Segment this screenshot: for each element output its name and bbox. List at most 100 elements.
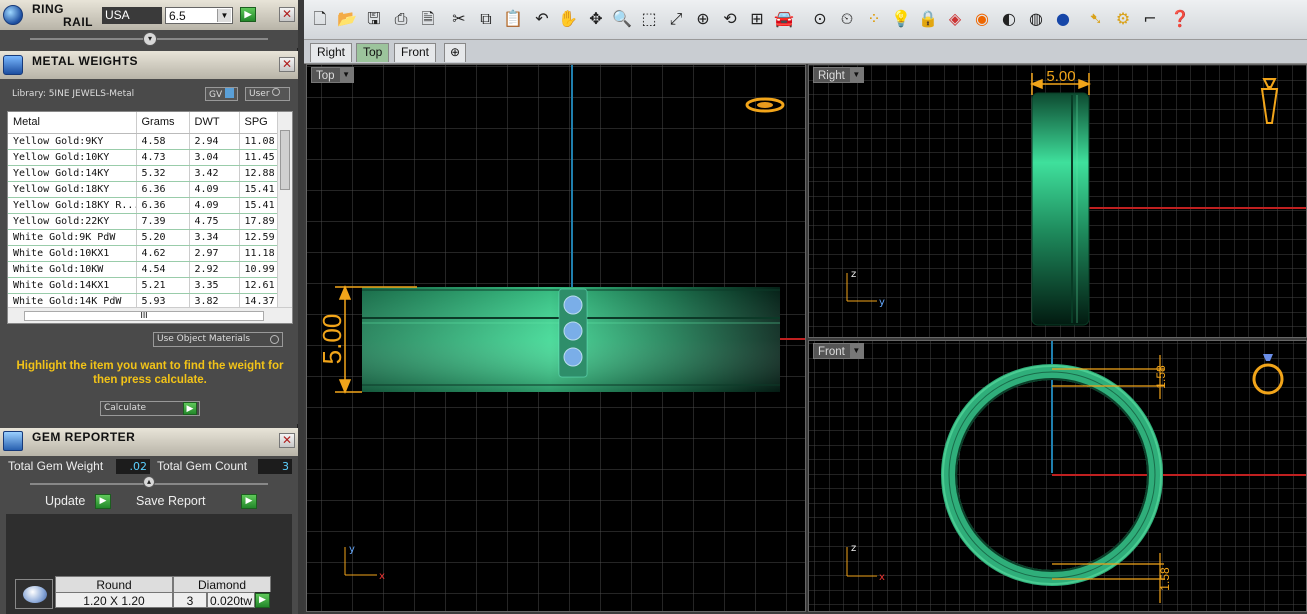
- total-gem-count-label: Total Gem Count: [157, 459, 248, 473]
- ring-rail-collapse-bar[interactable]: ▾: [0, 30, 298, 48]
- update-button[interactable]: Update: [45, 494, 85, 508]
- calculate-button[interactable]: Calculate ▶: [100, 401, 200, 416]
- table-cell: 15.41: [239, 181, 279, 198]
- tab-right[interactable]: Right: [310, 43, 353, 62]
- light-bulb-icon[interactable]: 💡: [891, 9, 911, 29]
- chevron-down-icon[interactable]: ▼: [849, 344, 863, 358]
- help-icon[interactable]: ❓: [1170, 9, 1190, 29]
- front-viewport-canvas[interactable]: 1.58 1.58 z x: [809, 341, 1307, 612]
- undo-icon[interactable]: ↶: [532, 9, 552, 29]
- column-header[interactable]: DWT: [189, 112, 240, 134]
- table-row[interactable]: Yellow Gold:18KY 6.36 4.09 15.41: [8, 181, 279, 198]
- right-viewport-canvas[interactable]: 5.00 z y: [809, 65, 1307, 338]
- ring-rail-header: RING RAIL USA 6.5 ▼ ▶ ✕: [0, 0, 298, 30]
- table-row[interactable]: White Gold:9K PdW 5.20 3.34 12.59: [8, 229, 279, 246]
- top-viewport-menu[interactable]: Top ▼: [311, 67, 354, 83]
- table-row[interactable]: Yellow Gold:18KY R... 6.36 4.09 15.41: [8, 197, 279, 214]
- scroll-thumb[interactable]: [280, 130, 290, 190]
- table-row[interactable]: Yellow Gold:14KY 5.32 3.42 12.88: [8, 165, 279, 182]
- cut-icon[interactable]: ✂: [449, 9, 469, 29]
- collapse-knob-icon[interactable]: ▾: [143, 32, 157, 46]
- top-viewport[interactable]: 5.00 y x Top ▼: [306, 64, 806, 612]
- shaded-sphere-icon[interactable]: ◐: [999, 9, 1019, 29]
- chevron-down-icon[interactable]: ▼: [849, 68, 863, 82]
- select-icon[interactable]: ⊙: [810, 9, 830, 29]
- gear-icon[interactable]: ⚙: [1113, 9, 1133, 29]
- scroll-thumb[interactable]: III: [24, 311, 264, 321]
- gem-entry[interactable]: Round Diamond 1.20 X 1.20 3 0.020tw ▶: [15, 576, 271, 612]
- ring-rail-apply-button[interactable]: ▶: [240, 7, 256, 22]
- horizontal-scrollbar[interactable]: III: [8, 307, 292, 323]
- paste-icon[interactable]: 📋: [503, 9, 523, 29]
- move-view-icon[interactable]: ✥: [586, 9, 606, 29]
- gem-reporter-collapse-bar[interactable]: ▴: [0, 475, 298, 491]
- ring-size-select[interactable]: 6.5 ▼: [165, 7, 233, 24]
- timer-icon[interactable]: ⏲: [837, 9, 857, 29]
- save-report-play-icon[interactable]: ▶: [241, 494, 257, 509]
- zoom-icon[interactable]: 🔍: [612, 9, 632, 29]
- metal-weights-panel: Library: 5INE JEWELS-Metal GV User Metal…: [0, 79, 298, 424]
- chevron-down-icon[interactable]: ▼: [339, 68, 353, 82]
- tab-top[interactable]: Top: [356, 43, 390, 62]
- four-viewports-icon[interactable]: ⊞: [747, 9, 767, 29]
- chevron-down-icon[interactable]: ▼: [217, 9, 231, 22]
- table-row[interactable]: White Gold:14KX1 5.21 3.35 12.61: [8, 277, 279, 294]
- dimension-icon[interactable]: ⌐: [1140, 9, 1160, 29]
- wireframe-sphere-icon[interactable]: ◍: [1026, 9, 1046, 29]
- print-icon[interactable]: ⎙: [391, 9, 411, 29]
- column-header[interactable]: Metal: [8, 112, 137, 134]
- collapse-knob-icon[interactable]: ▴: [143, 476, 155, 488]
- gv-label: GV: [209, 90, 223, 100]
- car-icon[interactable]: 🚘: [774, 9, 794, 29]
- user-toggle[interactable]: User: [245, 87, 290, 101]
- copy-icon[interactable]: ⧉: [476, 9, 496, 29]
- metal-weights-close-button[interactable]: ✕: [279, 57, 295, 72]
- gem-reporter-close-button[interactable]: ✕: [279, 433, 295, 448]
- table-cell: 11.18: [239, 245, 279, 262]
- rendered-sphere-icon[interactable]: ●: [1053, 9, 1073, 29]
- top-viewport-canvas[interactable]: 5.00 y x: [307, 65, 806, 612]
- tab-front[interactable]: Front: [394, 43, 437, 62]
- front-viewport-menu[interactable]: Front ▼: [813, 343, 864, 359]
- front-viewport[interactable]: 1.58 1.58 z x Front ▼: [808, 340, 1307, 612]
- flashlight-icon[interactable]: ➷: [1086, 9, 1106, 29]
- new-file-icon[interactable]: 🗋: [310, 9, 330, 29]
- table-row[interactable]: Yellow Gold:10KY 4.73 3.04 11.45: [8, 149, 279, 166]
- points-icon[interactable]: ⁘: [864, 9, 884, 29]
- right-viewport[interactable]: 5.00 z y Right ▼: [808, 64, 1307, 338]
- column-header[interactable]: SPG: [239, 112, 279, 134]
- save-icon[interactable]: 🖫: [364, 9, 384, 29]
- lock-icon[interactable]: 🔒: [918, 9, 938, 29]
- column-header[interactable]: Grams: [136, 112, 190, 134]
- country-select[interactable]: USA: [102, 7, 162, 24]
- gem-play-icon[interactable]: ▶: [255, 593, 270, 608]
- calculate-label: Calculate: [104, 403, 147, 413]
- table-row[interactable]: Yellow Gold:22KY 7.39 4.75 17.89: [8, 213, 279, 230]
- use-object-materials-toggle[interactable]: Use Object Materials: [153, 332, 283, 347]
- ring-rail-close-button[interactable]: ✕: [279, 7, 295, 22]
- update-play-icon[interactable]: ▶: [95, 494, 111, 509]
- properties-icon[interactable]: 🗎: [418, 9, 438, 29]
- open-folder-icon[interactable]: 📂: [337, 9, 357, 29]
- zoom-selected-icon[interactable]: ⊕: [693, 9, 713, 29]
- layers-icon[interactable]: ◈: [945, 9, 965, 29]
- save-report-button[interactable]: Save Report: [136, 494, 205, 508]
- axis-x-label: x: [379, 571, 385, 582]
- table-row[interactable]: White Gold:10KX1 4.62 2.97 11.18: [8, 245, 279, 262]
- table-row[interactable]: Yellow Gold:9KY 4.58 2.94 11.08: [8, 133, 279, 150]
- rotate-view-icon[interactable]: ⟲: [720, 9, 740, 29]
- right-viewport-menu[interactable]: Right ▼: [813, 67, 864, 83]
- zoom-window-icon[interactable]: ⬚: [639, 9, 659, 29]
- table-row[interactable]: White Gold:10KW 4.54 2.92 10.99: [8, 261, 279, 278]
- vertical-scrollbar[interactable]: [277, 112, 292, 308]
- zoom-extents-icon[interactable]: ⤢: [666, 9, 686, 29]
- pan-hand-icon[interactable]: ✋: [558, 9, 578, 29]
- add-tab-icon[interactable]: ⊕: [444, 43, 467, 62]
- color-wheel-icon[interactable]: ◉: [972, 9, 992, 29]
- viewport-label: Front: [818, 346, 845, 358]
- metal-weights-icon: [3, 55, 23, 75]
- table-cell: 3.34: [189, 229, 240, 246]
- table-cell: 4.73: [136, 149, 190, 166]
- axis-z-label: z: [851, 543, 856, 554]
- gv-toggle[interactable]: GV: [205, 87, 239, 101]
